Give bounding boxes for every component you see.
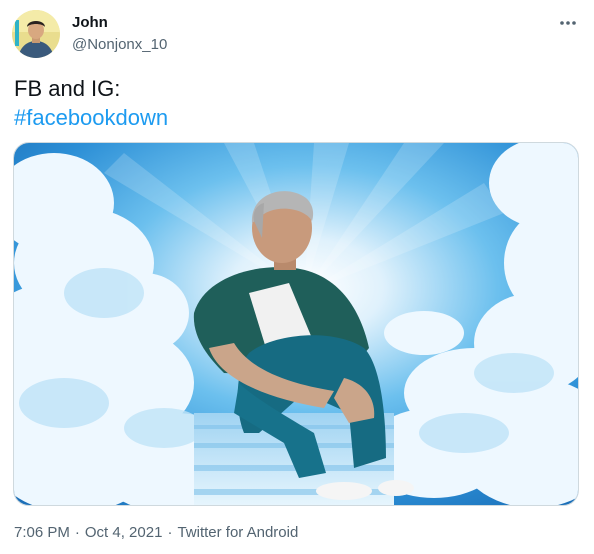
tweet-image[interactable] xyxy=(13,142,579,506)
meta-separator: · xyxy=(74,524,80,541)
tweet-source[interactable]: Twitter for Android xyxy=(177,524,298,541)
tweet-time[interactable]: 7:06 PM xyxy=(14,524,70,541)
more-horizontal-icon xyxy=(559,13,577,31)
tweet-date[interactable]: Oct 4, 2021 xyxy=(85,524,163,541)
more-options-button[interactable] xyxy=(554,10,582,34)
hashtag-link[interactable]: #facebookdown xyxy=(14,103,168,132)
tweet-text: FB and IG: #facebookdown xyxy=(14,74,168,132)
display-name[interactable]: John xyxy=(72,14,108,32)
meta-separator: · xyxy=(167,524,173,541)
tweet-card: John @Nonjonx_10 FB and IG: #facebookdow… xyxy=(0,0,594,554)
user-handle[interactable]: @Nonjonx_10 xyxy=(72,36,167,54)
tweet-body: FB and IG: xyxy=(14,76,121,101)
avatar[interactable] xyxy=(12,10,60,58)
tweet-meta: 7:06 PM · Oct 4, 2021 · Twitter for Android xyxy=(14,524,298,542)
